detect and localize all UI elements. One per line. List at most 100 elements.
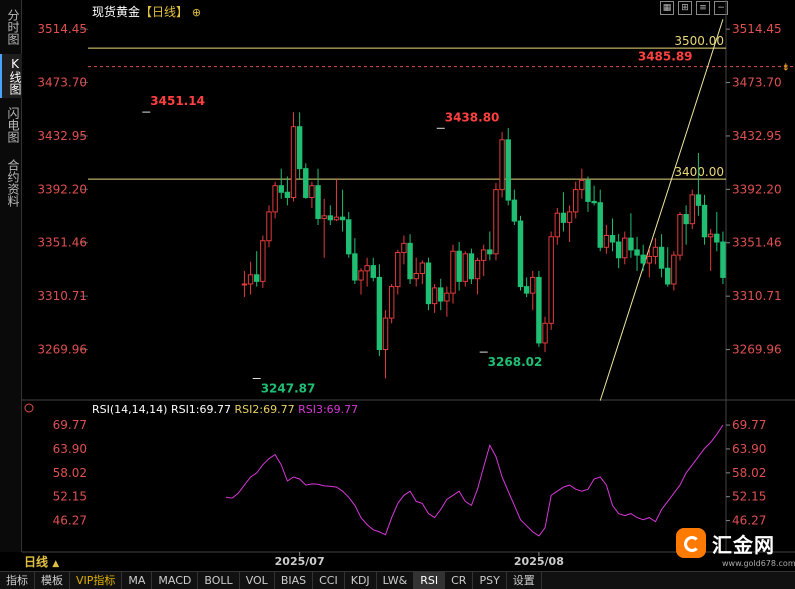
tab-5[interactable]: BOLL <box>198 572 240 589</box>
left-price-tick-label: 3310.71 <box>37 289 87 303</box>
candle-body <box>572 189 579 213</box>
price-tick-label: 3432.95 <box>732 129 782 143</box>
candle-body <box>468 253 475 280</box>
candle-body <box>707 233 714 238</box>
candle-body <box>376 276 383 351</box>
left-price-tick-label: 3432.95 <box>37 129 87 143</box>
candle-body <box>493 189 499 255</box>
candle-body <box>370 265 376 278</box>
tab-14[interactable]: 设置 <box>507 572 542 589</box>
tab-11[interactable]: RSI <box>414 572 446 589</box>
candle-body <box>266 211 272 242</box>
candle-body <box>548 236 554 324</box>
candle-body <box>278 185 284 193</box>
candle-body <box>431 287 438 305</box>
tab-10[interactable]: LW& <box>377 572 415 589</box>
candle-body <box>272 185 278 213</box>
candle-body <box>438 287 444 302</box>
tab-13[interactable]: PSY <box>473 572 507 589</box>
candle-body <box>413 272 419 280</box>
candle-body <box>677 214 683 256</box>
candle-body <box>517 220 524 288</box>
candle-body <box>247 274 254 285</box>
candle-body <box>579 179 585 191</box>
candle-body <box>622 237 628 259</box>
candle-body <box>352 253 358 281</box>
candle-body <box>695 194 702 206</box>
candle-body <box>603 234 610 248</box>
annotation-current: 3485.89 <box>638 50 693 64</box>
indicator-bar: 指标 模板 VIP指标 MA MACD BOLL VOL BIAS CCI KDJ LW& RSI CR… <box>0 571 795 589</box>
candle-body <box>333 216 340 221</box>
logo-url: www.gold678.com <box>722 559 795 568</box>
price-tick-label: 3269.96 <box>732 343 782 357</box>
candle-body <box>665 267 671 285</box>
tab-7[interactable]: BIAS <box>275 572 314 589</box>
candle-body <box>296 126 303 170</box>
tab-8[interactable]: CCI <box>313 572 345 589</box>
candle-body <box>499 139 505 191</box>
candle-body <box>388 286 395 319</box>
left-rsi-tick-label: 52.15 <box>53 490 87 504</box>
candle-body <box>652 246 659 257</box>
candle-body <box>615 241 622 259</box>
candle-body <box>425 262 432 305</box>
candle-body <box>419 262 426 274</box>
rsi1-line <box>225 424 724 537</box>
candle-body <box>554 212 561 238</box>
candle-body <box>542 322 548 344</box>
candle-body <box>382 317 389 351</box>
kline-chart: 3500.00 3400.00 ⇟ 3451.14 3438.80 3247.87 326… <box>22 0 795 568</box>
rsi2-value: RSI2:69.77 <box>234 403 295 416</box>
candle-body <box>701 204 708 238</box>
candle-body <box>523 286 530 294</box>
period-selector[interactable]: 日线 ▲ <box>24 554 59 571</box>
logo-mark-icon <box>676 528 706 558</box>
price-tick-label: 3310.71 <box>732 289 782 303</box>
candle-body <box>480 249 487 261</box>
candle-body <box>395 252 401 288</box>
time-tick-label: 2025/07 <box>275 555 325 568</box>
candle-body <box>683 214 689 225</box>
candle-body <box>505 139 511 201</box>
tab-9[interactable]: KDJ <box>345 572 377 589</box>
candle-body <box>456 250 462 282</box>
logo: 汇金网 <box>676 528 775 558</box>
candle-body <box>339 216 346 221</box>
rsi-tick-label: 69.77 <box>732 418 766 432</box>
tab-6[interactable]: VOL <box>240 572 275 589</box>
candle-body <box>585 179 591 202</box>
candle-body <box>401 242 407 254</box>
candle-body <box>628 237 634 251</box>
candle-body <box>714 233 720 243</box>
candle-body <box>253 274 260 282</box>
left-price-tick-label: 3473.70 <box>37 76 87 90</box>
candle-body <box>303 168 309 198</box>
candle-body <box>327 215 334 221</box>
tab-3[interactable]: MA <box>122 572 153 589</box>
logo-text: 汇金网 <box>712 532 775 557</box>
candle-body <box>487 249 493 255</box>
candle-body <box>346 219 352 255</box>
rsi1-value: RSI1:69.77 <box>170 403 232 416</box>
candle-body <box>260 240 266 282</box>
left-price-tick-label: 3351.46 <box>37 236 87 250</box>
left-rsi-tick-label: 46.27 <box>53 514 87 528</box>
candle-body <box>290 126 297 198</box>
tab-2[interactable]: VIP指标 <box>70 572 123 589</box>
price-tick-label: 3351.46 <box>732 236 782 250</box>
rsi-tick-label: 58.02 <box>732 466 766 480</box>
candle-body <box>671 254 677 285</box>
rsi-tick-label: 63.90 <box>732 442 766 456</box>
tab-12[interactable]: CR <box>445 572 474 589</box>
time-tick-label: 2025/08 <box>514 555 564 568</box>
left-rsi-tick-label: 69.77 <box>53 418 87 432</box>
tab-1[interactable]: 模板 <box>35 572 70 589</box>
tab-4[interactable]: MACD <box>152 572 199 589</box>
left-rsi-tick-label: 63.90 <box>53 442 87 456</box>
left-price-tick-label: 3392.20 <box>37 182 87 196</box>
candle-body <box>511 199 518 222</box>
annotation-low: 3268.02 <box>488 355 543 369</box>
annotation-low: 3247.87 <box>261 382 316 396</box>
tab-0[interactable]: 指标 <box>0 572 35 589</box>
